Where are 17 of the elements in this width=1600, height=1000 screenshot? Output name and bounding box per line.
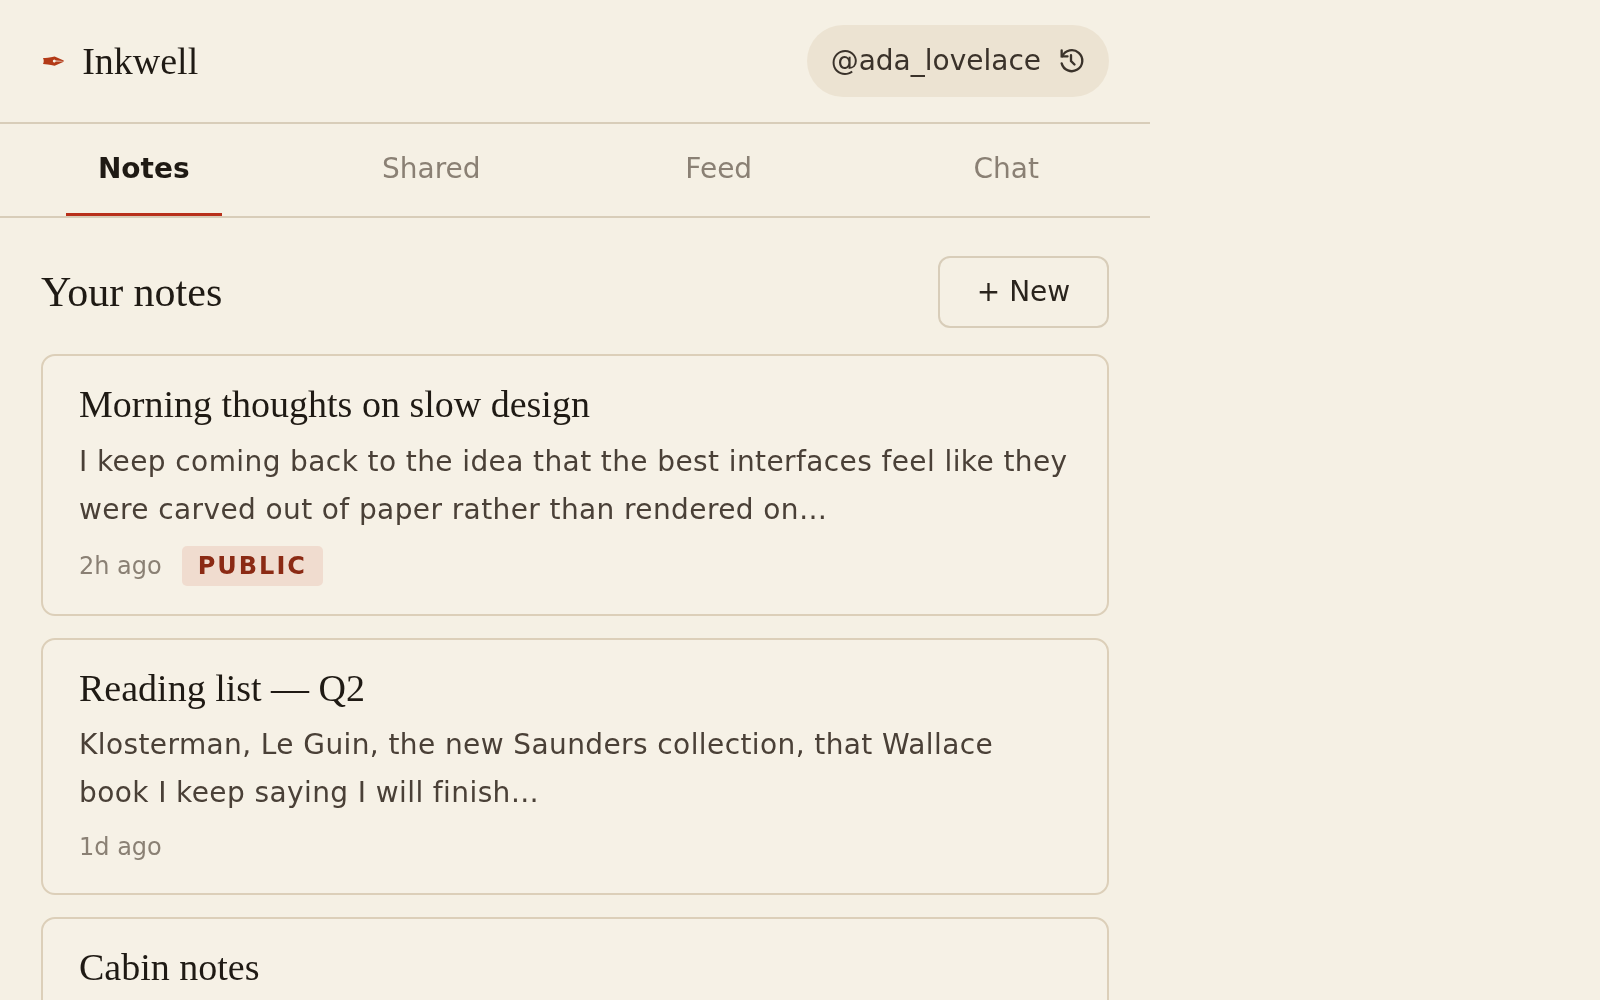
note-time: 1d ago bbox=[79, 832, 162, 864]
note-title: Cabin notes bbox=[79, 945, 261, 991]
user-pill[interactable]: @ada_lovelace bbox=[806, 25, 1109, 97]
note-time: 2h ago bbox=[79, 550, 162, 582]
pen-logo: ✒ bbox=[41, 42, 67, 81]
tab[interactable]: Notes bbox=[65, 124, 222, 216]
note-card[interactable]: Morning thoughts on slow design I keep coming back to the idea that the best interfaces feel like they were carved out of paper rather than rendered on… 2h ago PUBLIC bbox=[41, 354, 1109, 616]
section-title: Your notes bbox=[41, 267, 223, 317]
visibility-tag: PUBLIC bbox=[181, 545, 323, 586]
new-note-button[interactable]: + New bbox=[938, 256, 1109, 328]
note-preview: Klosterman, Le Guin, the new Saunders collection, that Wallace book I keep saying I will finish… bbox=[79, 727, 995, 812]
note-preview: I keep coming back to the idea that the best interfaces feel like they were carved out of paper rather than rendered on… bbox=[79, 443, 1069, 528]
app-name: Inkwell bbox=[82, 38, 199, 84]
note-title: Morning thoughts on slow design bbox=[79, 382, 591, 427]
note-card[interactable]: Cabin notes bbox=[41, 917, 1109, 1000]
note-card[interactable]: Reading list — Q2 Klosterman, Le Guin, the new Saunders collection, that Wallace book I keep saying I will finish… 1d ago bbox=[41, 637, 1109, 896]
note-title: Reading list — Q2 bbox=[79, 665, 367, 711]
